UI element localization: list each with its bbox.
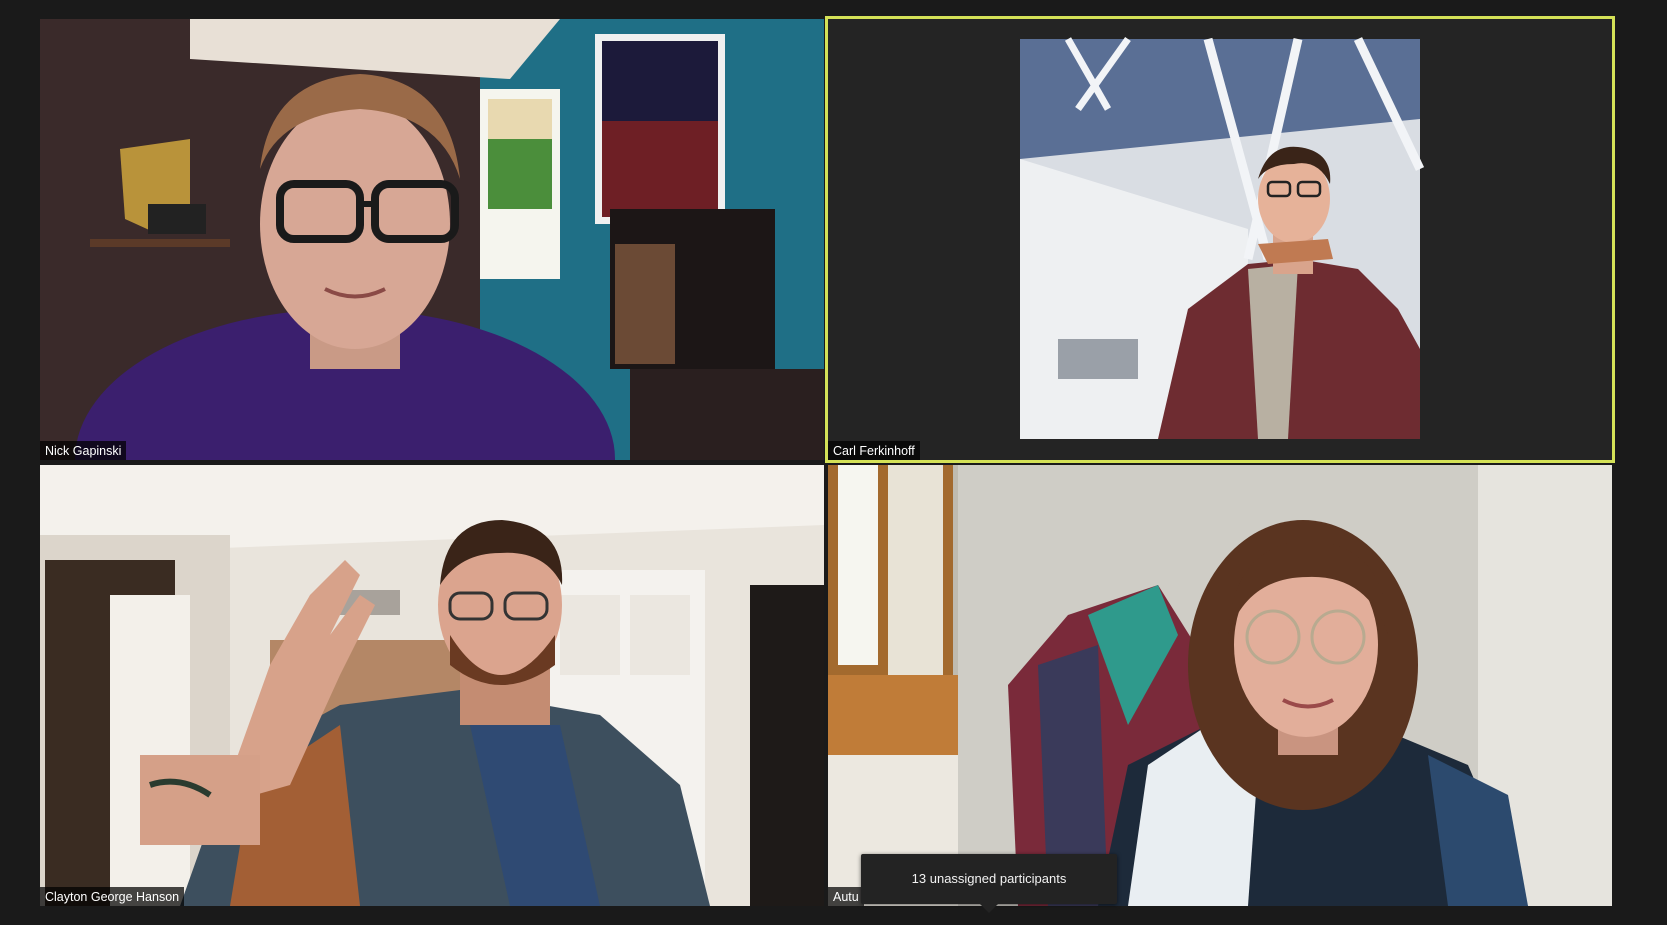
tooltip-arrow-icon [980,904,998,913]
participant-name-label: Carl Ferkinhoff [828,441,920,460]
participant-profile-photo [828,19,1612,460]
video-tile-autu[interactable]: Autu [828,465,1612,906]
video-tile-carl-ferkinhoff[interactable]: Carl Ferkinhoff [828,19,1612,460]
participant-name-label: Clayton George Hanson [40,887,185,906]
participant-video [828,465,1612,906]
unassigned-participants-tooltip[interactable]: 13 unassigned participants [861,854,1117,904]
participant-name-label: Nick Gapinski [40,441,127,460]
participant-name-label: Autu [828,887,864,906]
video-tile-nick-gapinski[interactable]: Nick Gapinski [40,19,824,460]
participant-video [40,465,824,906]
participant-video [40,19,824,460]
video-tile-clayton-george-hanson[interactable]: Clayton George Hanson [40,465,824,906]
video-gallery: Nick Gapinski Carl Ferkinhoff Clayton Ge… [0,0,1667,925]
